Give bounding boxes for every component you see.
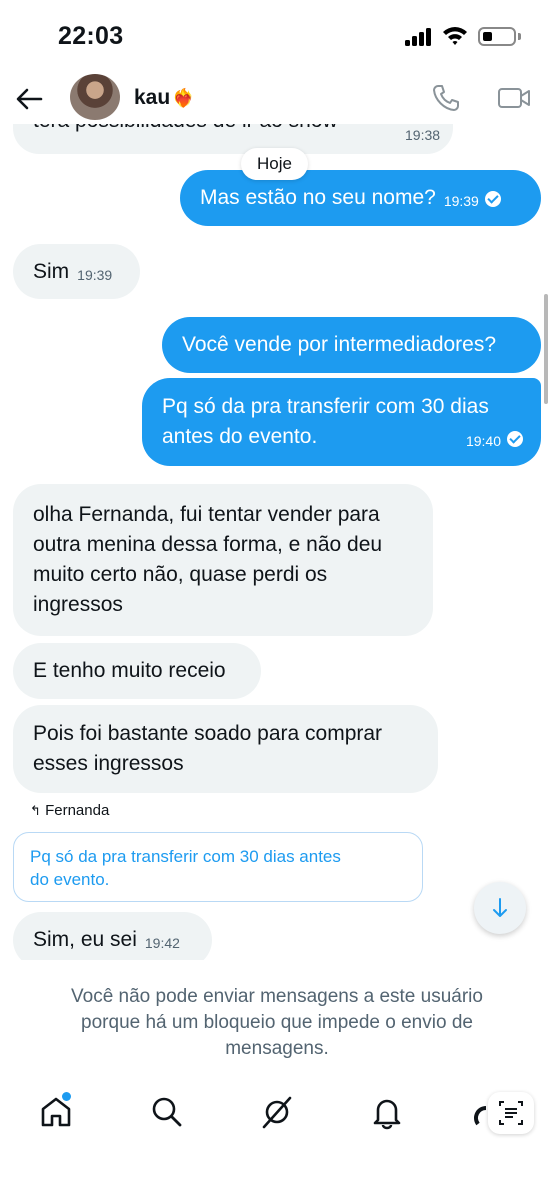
message-time: 19:39 <box>77 267 113 283</box>
quoted-text-line: Pq só da pra transferir com 30 dias ante… <box>30 847 341 866</box>
message-text-line: ingressos <box>33 593 123 616</box>
message-time: 19:40 <box>465 433 501 449</box>
message-bubble-outgoing[interactable]: Pq só da pra transferir com 30 dias ante… <box>142 378 541 466</box>
search-icon[interactable] <box>149 1094 185 1130</box>
avatar[interactable] <box>70 74 120 120</box>
message-text-line: esses ingressos <box>33 752 184 775</box>
quoted-message[interactable]: Pq só da pra transferir com 30 dias ante… <box>13 832 423 902</box>
message-bubble-incoming[interactable]: tera possibilidades de ir ao show 19:38 <box>13 124 453 154</box>
message-bubble-incoming[interactable]: E tenho muito receio <box>13 643 261 699</box>
scan-icon[interactable] <box>488 1092 534 1134</box>
message-text: Você vende por intermediadores? <box>182 333 497 356</box>
text-scan-icon <box>499 1101 523 1125</box>
scroll-to-bottom-button[interactable] <box>474 882 526 934</box>
day-separator: Hoje <box>241 148 308 180</box>
video-camera-icon[interactable] <box>497 84 531 112</box>
message-bubble-incoming[interactable]: Sim, eu sei 19:42 <box>13 912 212 960</box>
quoted-text-line: do evento. <box>30 870 110 889</box>
grok-icon[interactable] <box>259 1094 295 1130</box>
arrow-down-icon <box>493 898 507 917</box>
blocked-notice-line: Você não pode enviar mensagens a este us… <box>71 986 483 1007</box>
chat-header: kau ❤️‍🔥 <box>0 74 554 124</box>
message-text-line: Pois foi bastante soado para comprar <box>33 722 383 745</box>
reply-to-label: ↰ Fernanda <box>30 802 109 819</box>
status-time: 22:03 <box>58 22 124 50</box>
contact-name-text: kau <box>134 86 171 109</box>
status-bar: 22:03 <box>0 0 554 74</box>
reply-to-name: Fernanda <box>45 802 110 819</box>
message-list[interactable]: tera possibilidades de ir ao show 19:38 … <box>0 124 554 960</box>
message-text-line: muito certo não, quase perdi os <box>33 563 328 586</box>
message-bubble-outgoing[interactable]: Mas estão no seu nome? 19:39 <box>180 170 541 226</box>
message-text: Sim <box>33 260 70 283</box>
message-text-line: olha Fernanda, fui tentar vender para <box>33 503 380 526</box>
message-text: E tenho muito receio <box>33 659 226 682</box>
cellular-signal-icon <box>405 28 435 46</box>
back-arrow-icon[interactable] <box>14 84 44 114</box>
blocked-notice-line: porque há um bloqueio que impede o envio… <box>81 1012 473 1033</box>
phone-icon[interactable] <box>430 82 462 114</box>
message-text-line: Pq só da pra transferir com 30 dias <box>162 395 489 418</box>
wifi-icon <box>443 27 467 45</box>
message-bubble-incoming[interactable]: Pois foi bastante soado para comprar ess… <box>13 705 438 793</box>
message-time: 19:39 <box>443 193 479 209</box>
blocked-notice-line: mensagens. <box>225 1038 329 1059</box>
read-check-icon <box>507 431 523 447</box>
notification-dot <box>62 1092 71 1101</box>
message-time: 19:42 <box>144 935 180 951</box>
blocked-notice: Você não pode enviar mensagens a este us… <box>30 984 524 1062</box>
contact-name[interactable]: kau ❤️‍🔥 <box>134 86 195 110</box>
message-bubble-outgoing[interactable]: Você vende por intermediadores? <box>162 317 541 373</box>
message-text-line: outra menina dessa forma, e não deu <box>33 533 383 556</box>
heart-on-fire-emoji: ❤️‍🔥 <box>172 88 195 108</box>
message-time: 19:38 <box>405 127 441 143</box>
message-text: Mas estão no seu nome? <box>200 186 436 209</box>
scrollbar[interactable] <box>544 294 548 404</box>
message-bubble-incoming[interactable]: Sim 19:39 <box>13 244 140 299</box>
message-bubble-incoming[interactable]: olha Fernanda, fui tentar vender para ou… <box>13 484 433 636</box>
bell-icon[interactable] <box>369 1094 405 1130</box>
message-meta: 19:40 <box>458 423 523 456</box>
bottom-navigation <box>0 1080 554 1150</box>
battery-icon <box>478 27 516 46</box>
battery-cap <box>518 33 521 40</box>
message-text: tera possibilidades de ir ao show <box>33 124 338 132</box>
reply-arrow-icon: ↰ <box>30 803 41 818</box>
message-text: Sim, eu sei <box>33 928 137 951</box>
read-check-icon <box>484 191 501 207</box>
